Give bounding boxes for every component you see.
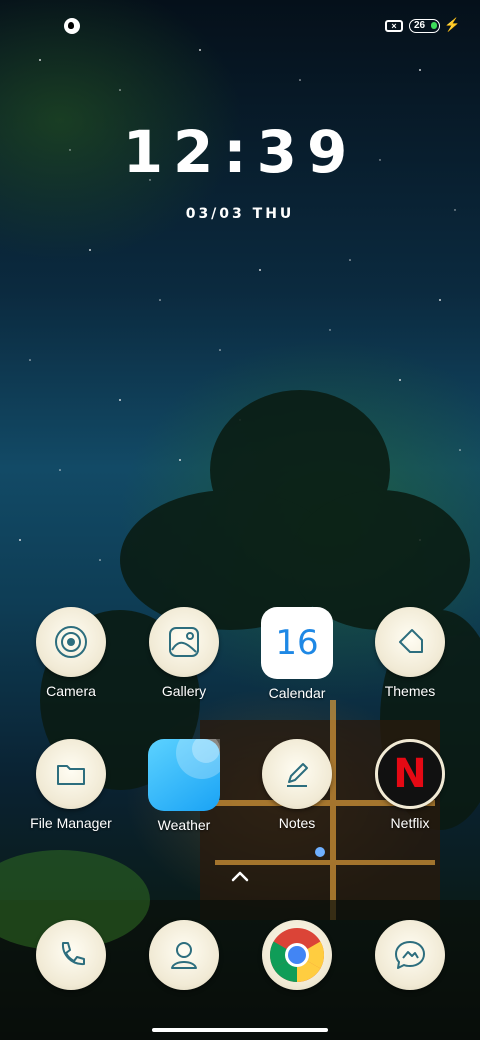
- app-label: Weather: [157, 817, 211, 833]
- messages-icon: [375, 920, 445, 990]
- calendar-day: 16: [275, 623, 319, 663]
- battery-level: 26: [414, 20, 426, 31]
- app-label: File Manager: [30, 815, 112, 831]
- app-calendar[interactable]: 16 Calendar: [241, 607, 353, 701]
- netflix-icon: N: [375, 739, 445, 809]
- weather-icon: [148, 739, 220, 811]
- app-label: Camera: [46, 683, 96, 699]
- app-gallery[interactable]: Gallery: [128, 607, 240, 699]
- app-label: Calendar: [268, 685, 326, 701]
- battery-icon: 26: [409, 19, 440, 33]
- clock: 12:39: [122, 118, 358, 186]
- app-themes[interactable]: Themes: [354, 607, 466, 699]
- phone-icon: [36, 920, 106, 990]
- calendar-icon: 16: [261, 607, 333, 679]
- app-camera[interactable]: Camera: [15, 607, 127, 699]
- notification-icon: [64, 18, 80, 34]
- app-netflix[interactable]: N Netflix: [354, 739, 466, 831]
- app-label: Netflix: [390, 815, 430, 831]
- no-sim-icon: ×: [385, 20, 403, 32]
- dock-messages[interactable]: [354, 920, 466, 990]
- app-label: Themes: [384, 683, 436, 699]
- folder-icon: [36, 739, 106, 809]
- themes-icon: [375, 607, 445, 677]
- dock-phone[interactable]: [15, 920, 127, 990]
- status-bar: × 26 ⚡: [0, 16, 480, 40]
- app-label: Notes: [278, 815, 316, 831]
- dock-chrome[interactable]: [241, 920, 353, 990]
- contacts-icon: [149, 920, 219, 990]
- gallery-icon: [149, 607, 219, 677]
- battery-fill: [431, 22, 437, 29]
- home-indicator[interactable]: [152, 1028, 328, 1032]
- dock-contacts[interactable]: [128, 920, 240, 990]
- app-drawer-arrow-icon[interactable]: [228, 866, 252, 886]
- chrome-icon: [262, 920, 332, 990]
- date: 03/03 THU: [185, 206, 295, 222]
- camera-icon: [36, 607, 106, 677]
- app-file-manager[interactable]: File Manager: [15, 739, 127, 831]
- notes-icon: [262, 739, 332, 809]
- charging-icon: ⚡: [444, 17, 461, 32]
- app-weather[interactable]: Weather: [128, 739, 240, 833]
- netflix-logo: N: [393, 751, 427, 797]
- app-label: Gallery: [161, 683, 207, 699]
- app-notes[interactable]: Notes: [241, 739, 353, 831]
